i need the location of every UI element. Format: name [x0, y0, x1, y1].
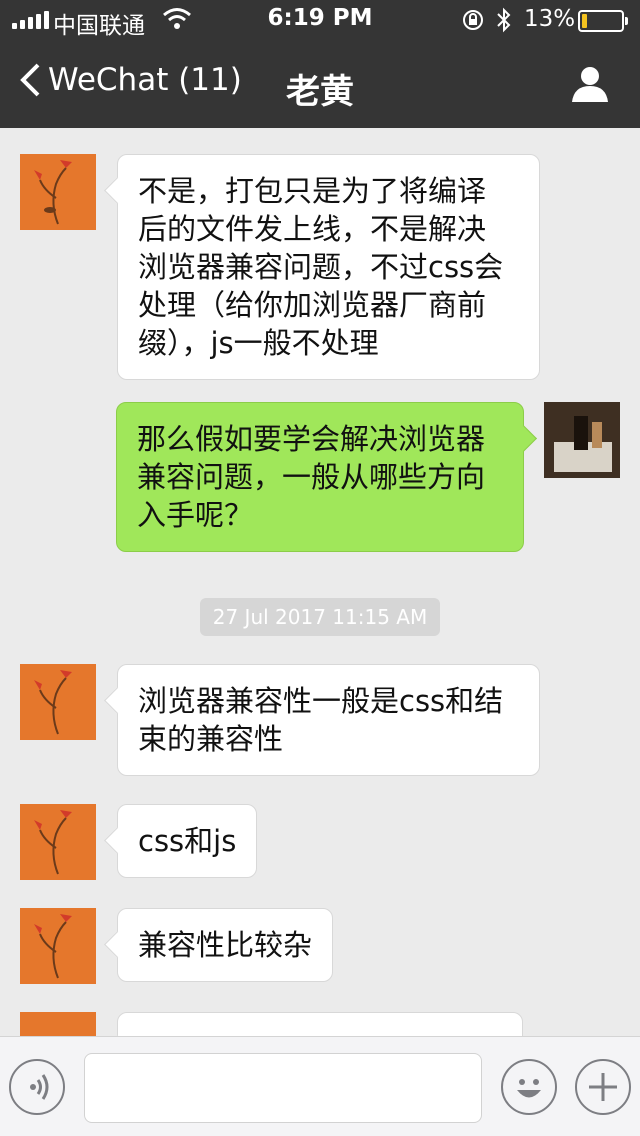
contact-avatar[interactable] — [20, 154, 96, 230]
message-bubble-incoming[interactable] — [117, 1012, 523, 1036]
message-bubble-incoming[interactable]: 浏览器兼容性一般是css和结 束的兼容性 — [117, 664, 540, 776]
message-bubble-outgoing[interactable]: 那么假如要学会解决浏览器 兼容问题，一般从哪些方向 入手呢？ — [116, 402, 524, 552]
voice-button[interactable] — [9, 1059, 65, 1115]
contact-avatar[interactable] — [20, 664, 96, 740]
person-icon[interactable] — [570, 64, 610, 104]
message-text: 浏览器兼容性一般是css和结 束的兼容性 — [138, 684, 504, 756]
more-button[interactable] — [575, 1059, 631, 1115]
contact-avatar[interactable] — [20, 1012, 96, 1036]
battery-percent: 13% — [524, 6, 576, 32]
chat-timestamp: 27 Jul 2017 11:15 AM — [200, 598, 440, 636]
contact-avatar[interactable] — [20, 804, 96, 880]
message-bubble-incoming[interactable]: css和js — [117, 804, 258, 878]
chat-area[interactable]: 不是，打包只是为了将编译 后的文件发上线，不是解决 浏览器兼容问题，不过css会… — [0, 128, 640, 1036]
my-avatar[interactable] — [544, 402, 620, 478]
input-bar — [0, 1036, 640, 1136]
message-input[interactable] — [84, 1053, 482, 1123]
message-text: css和js — [138, 824, 237, 858]
message-bubble-incoming[interactable]: 不是，打包只是为了将编译 后的文件发上线，不是解决 浏览器兼容问题，不过css会… — [117, 154, 540, 380]
battery-icon — [578, 10, 628, 32]
contact-avatar[interactable] — [20, 908, 96, 984]
top-bar: 中国联通 6:19 PM 13% WeChat (11) 老黄 — [0, 0, 640, 128]
emoji-button[interactable] — [501, 1059, 557, 1115]
message-text: 那么假如要学会解决浏览器 兼容问题，一般从哪些方向 入手呢？ — [137, 422, 486, 532]
bluetooth-icon — [497, 7, 511, 33]
battery-level-fill — [582, 14, 587, 28]
chat-title: 老黄 — [286, 72, 354, 112]
rotation-lock-icon — [463, 10, 483, 30]
voice-icon — [30, 1074, 49, 1100]
message-bubble-incoming[interactable]: 兼容性比较杂 — [117, 908, 334, 982]
message-text: 兼容性比较杂 — [138, 928, 313, 962]
plus-icon — [589, 1073, 617, 1101]
smiley-icon — [517, 1079, 541, 1098]
status-bar: 中国联通 6:19 PM 13% — [0, 0, 640, 40]
message-text: 不是，打包只是为了将编译 后的文件发上线，不是解决 浏览器兼容问题，不过css会… — [138, 174, 504, 360]
